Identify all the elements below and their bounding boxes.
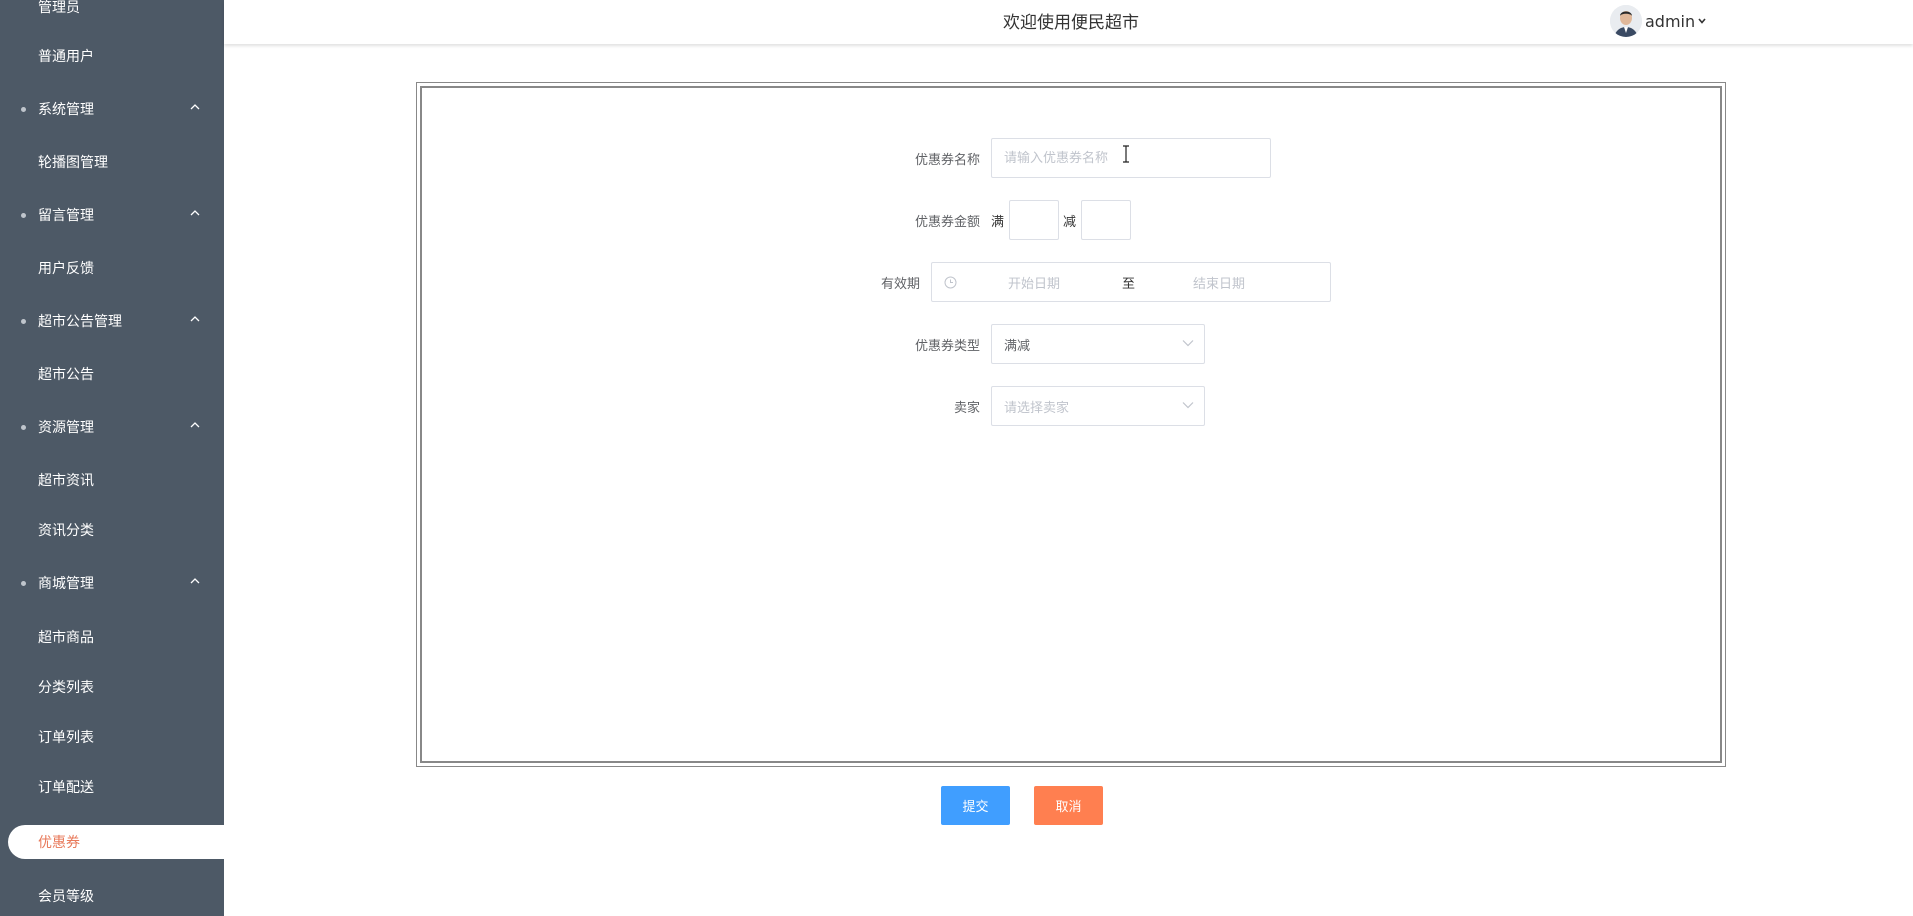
- sidebar-item-label: 超市商品: [38, 630, 94, 646]
- minus-text: 减: [1063, 215, 1077, 230]
- sidebar-item-label: 留言管理: [38, 208, 94, 224]
- bullet-icon: [21, 213, 26, 218]
- sidebar-item-order-list[interactable]: 订单列表: [0, 715, 224, 759]
- sidebar-item-label: 系统管理: [38, 102, 94, 118]
- sidebar-item-label: 订单配送: [38, 780, 94, 796]
- text-cursor-icon: [1123, 145, 1129, 163]
- chevron-down-icon: [1182, 340, 1194, 347]
- sidebar-item-label: 管理员: [38, 0, 80, 16]
- minus-amount-field[interactable]: [1081, 200, 1131, 240]
- bullet-icon: [21, 107, 26, 112]
- sidebar-item-label: 普通用户: [38, 49, 94, 65]
- clock-icon: [944, 276, 957, 289]
- sidebar-item-label: 商城管理: [38, 576, 94, 592]
- sidebar-item-label: 超市资讯: [38, 473, 94, 489]
- sidebar-item-products[interactable]: 超市商品: [0, 615, 224, 659]
- coupon-type-value: 满减: [1004, 339, 1031, 354]
- full-text: 满: [991, 215, 1005, 230]
- validity-label: 有效期: [880, 277, 920, 292]
- sidebar-item-label: 轮播图管理: [38, 155, 108, 171]
- sidebar-item-notice[interactable]: 超市公告: [0, 352, 224, 396]
- top-header: 欢迎使用便民超市 admin: [224, 0, 1913, 44]
- sidebar-item-carousel[interactable]: 轮播图管理: [0, 140, 224, 184]
- sidebar-item-label: 超市公告: [38, 367, 94, 383]
- sidebar-item-category-list[interactable]: 分类列表: [0, 665, 224, 709]
- sidebar-item-label: 订单列表: [38, 730, 94, 746]
- sidebar-item-admins[interactable]: 管理员: [0, 0, 224, 29]
- bullet-icon: [21, 425, 26, 430]
- sidebar-item-label: 超市公告管理: [38, 314, 122, 330]
- sidebar-item-label: 用户反馈: [38, 261, 94, 277]
- chevron-up-icon: [190, 210, 200, 216]
- coupon-name-label: 优惠券名称: [914, 153, 980, 168]
- sidebar-group-messages[interactable]: 留言管理: [0, 193, 224, 237]
- start-date-input[interactable]: 开始日期: [1008, 273, 1060, 292]
- coupon-name-field[interactable]: [991, 138, 1271, 178]
- sidebar: 管理员 普通用户 系统管理 轮播图管理 留言管理 用户反馈 超市公告管理 超市公…: [0, 0, 224, 916]
- sidebar-item-normal-users[interactable]: 普通用户: [0, 34, 224, 78]
- submit-button[interactable]: 提交: [941, 786, 1010, 825]
- coupon-amount-label: 优惠券金额: [914, 215, 980, 230]
- range-separator: 至: [1122, 277, 1136, 292]
- chevron-up-icon: [190, 422, 200, 428]
- caret-down-icon[interactable]: [1697, 16, 1707, 26]
- sidebar-group-system[interactable]: 系统管理: [0, 87, 224, 131]
- chevron-up-icon: [190, 104, 200, 110]
- sidebar-item-label: 资讯分类: [38, 523, 94, 539]
- chevron-down-icon: [1182, 402, 1194, 409]
- seller-label: 卖家: [953, 401, 980, 416]
- sidebar-item-order-delivery[interactable]: 订单配送: [0, 765, 224, 809]
- sidebar-group-mall[interactable]: 商城管理: [0, 561, 224, 605]
- full-amount-input[interactable]: [1010, 201, 1058, 239]
- sidebar-item-news-category[interactable]: 资讯分类: [0, 508, 224, 552]
- bullet-icon: [21, 581, 26, 586]
- cancel-button[interactable]: 取消: [1034, 786, 1103, 825]
- user-avatar-icon: [1610, 5, 1642, 37]
- sidebar-item-feedback[interactable]: 用户反馈: [0, 246, 224, 290]
- sidebar-group-notices[interactable]: 超市公告管理: [0, 299, 224, 343]
- sidebar-item-news[interactable]: 超市资讯: [0, 458, 224, 502]
- date-range-picker[interactable]: 开始日期 至 结束日期: [931, 262, 1331, 302]
- avatar[interactable]: [1610, 5, 1642, 37]
- end-date-input[interactable]: 结束日期: [1193, 273, 1245, 292]
- bullet-icon: [21, 319, 26, 324]
- coupon-type-select[interactable]: 满减: [991, 324, 1205, 364]
- seller-placeholder: 请选择卖家: [1004, 401, 1070, 416]
- user-menu[interactable]: admin: [1610, 4, 1707, 38]
- sidebar-item-label: 会员等级: [38, 889, 94, 905]
- chevron-up-icon: [190, 578, 200, 584]
- username[interactable]: admin: [1645, 12, 1695, 31]
- full-amount-field[interactable]: [1009, 200, 1059, 240]
- sidebar-group-resources[interactable]: 资源管理: [0, 405, 224, 449]
- sidebar-item-coupon[interactable]: 优惠券: [8, 825, 224, 859]
- seller-select[interactable]: 请选择卖家: [991, 386, 1205, 426]
- coupon-type-label: 优惠券类型: [914, 339, 980, 354]
- sidebar-item-member-level[interactable]: 会员等级: [0, 874, 224, 916]
- sidebar-item-label: 优惠券: [38, 835, 80, 851]
- chevron-up-icon: [190, 316, 200, 322]
- sidebar-item-label: 资源管理: [38, 420, 94, 436]
- sidebar-item-label: 分类列表: [38, 680, 94, 696]
- coupon-name-input[interactable]: [992, 139, 1270, 177]
- minus-amount-input[interactable]: [1082, 201, 1130, 239]
